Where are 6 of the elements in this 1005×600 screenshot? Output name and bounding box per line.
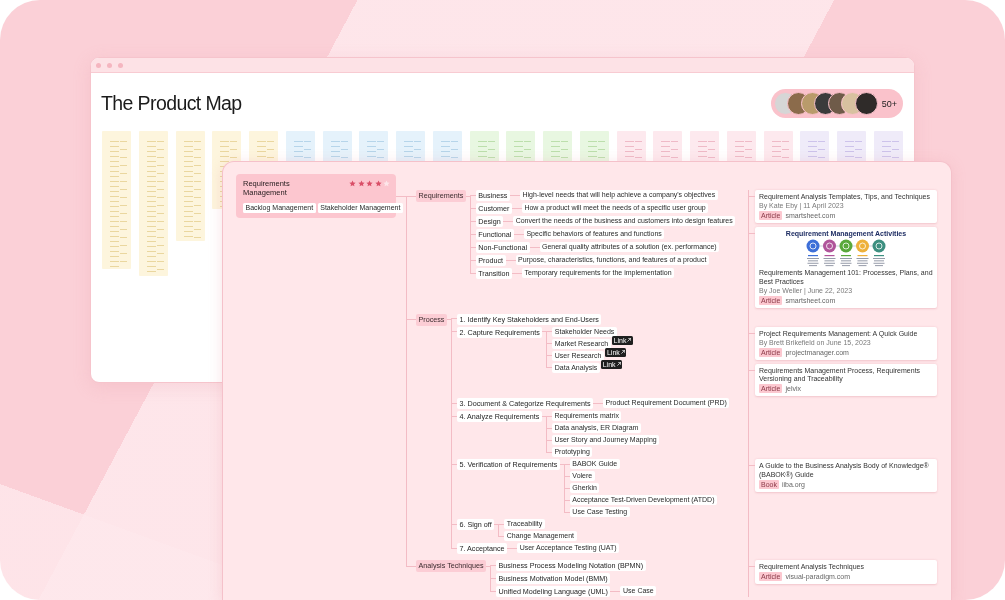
contributors-pill[interactable]: 50+ [770, 89, 903, 118]
external-link-icon [616, 362, 621, 366]
external-link-icon [627, 338, 632, 342]
external-link-icon [620, 350, 625, 354]
page-title: The Product Map [101, 92, 242, 115]
contributors-count: 50+ [881, 98, 897, 109]
